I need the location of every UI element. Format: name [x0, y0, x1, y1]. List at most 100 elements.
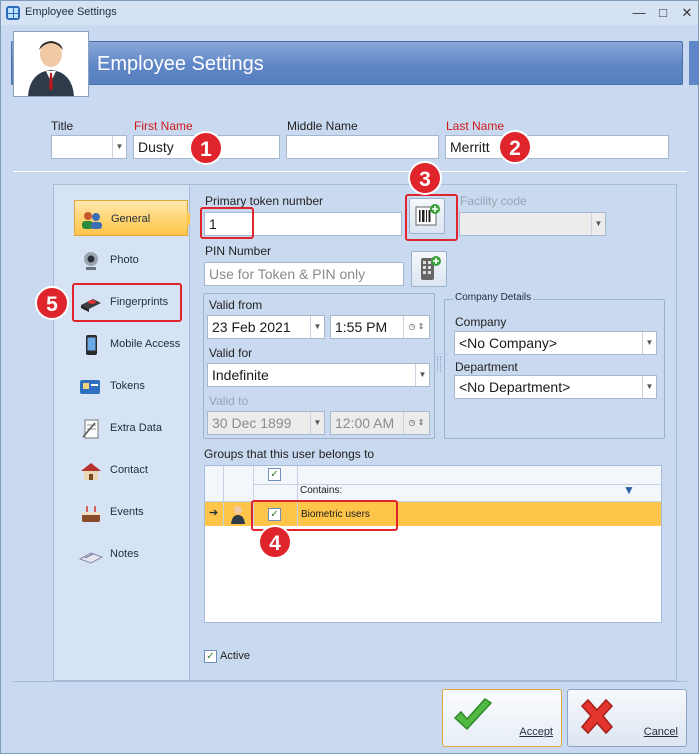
title-bar: Employee Settings — □ ✕: [1, 1, 698, 25]
close-window-button[interactable]: ✕: [677, 4, 697, 22]
middle-name-field[interactable]: [286, 135, 439, 159]
select-all-checkbox[interactable]: ✓: [268, 468, 281, 481]
valid-to-date: 30 Dec 1899: [212, 415, 292, 431]
pin-pad-button[interactable]: [411, 251, 447, 287]
clock-spinner-icon: ◷ ⇕: [403, 412, 429, 434]
chevron-down-icon: ▼: [310, 412, 324, 434]
facility-code-label: Facility code: [460, 194, 527, 208]
chevron-down-icon: ▼: [591, 213, 605, 235]
chevron-down-icon: ▼: [112, 136, 126, 158]
window-title: Employee Settings: [25, 6, 117, 18]
nav-label-tokens: Tokens: [110, 380, 145, 392]
valid-for-value: Indefinite: [212, 367, 269, 383]
nav-label-events: Events: [110, 506, 144, 518]
last-name-field[interactable]: Merritt: [445, 135, 669, 159]
primary-token-label: Primary token number: [205, 194, 324, 208]
row-indicator-icon: ➔: [209, 507, 219, 519]
header-banner: Employee Settings: [11, 41, 683, 85]
company-label: Company: [455, 315, 507, 329]
cancel-label: Cancel: [643, 726, 678, 738]
active-checkbox[interactable]: ✓: [204, 650, 217, 663]
checkmark-icon: [453, 698, 493, 731]
cross-icon: [580, 698, 614, 735]
callout-box-fingerprints: [72, 283, 182, 322]
chevron-down-icon: ▼: [642, 376, 656, 398]
valid-for-dropdown[interactable]: Indefinite ▼: [207, 363, 430, 387]
callout-box-scan: [405, 194, 458, 241]
employee-settings-window: Employee Settings — □ ✕ Employee Setting…: [0, 0, 699, 754]
clock-spinner-icon: ◷ ⇕: [403, 316, 429, 338]
people-icon: [82, 212, 102, 229]
minimize-button[interactable]: —: [629, 4, 649, 22]
banner-edge: [689, 41, 699, 85]
nav-item-mobile-access[interactable]: Mobile Access: [74, 326, 188, 362]
callout-box-token: [200, 207, 254, 239]
grid-line: [223, 466, 224, 526]
nav-item-events[interactable]: Events: [74, 494, 188, 530]
department-label: Department: [455, 360, 518, 374]
callout-badge-3: 3: [408, 161, 442, 195]
nav-item-extra-data[interactable]: Extra Data: [74, 410, 188, 446]
valid-from-label: Valid from: [209, 298, 263, 312]
businessman-icon: [28, 41, 74, 96]
nav-label-general: General: [111, 213, 151, 225]
phone-icon: [86, 335, 97, 355]
valid-to-time-picker: 12:00 AM ◷ ⇕: [330, 411, 430, 435]
card-icon: [80, 380, 100, 394]
notepad-icon: [82, 419, 99, 439]
accept-label: Accept: [519, 726, 553, 738]
keypad-add-icon: [421, 256, 441, 280]
company-dropdown[interactable]: <No Company> ▼: [454, 331, 657, 355]
notes-icon: [79, 552, 103, 564]
house-icon: [81, 463, 101, 480]
callout-badge-2: 2: [498, 130, 532, 164]
maximize-button[interactable]: □: [653, 4, 673, 22]
chevron-down-icon: ▼: [642, 332, 656, 354]
callout-badge-5: 5: [35, 286, 69, 320]
active-label: Active: [220, 650, 250, 662]
title-label: Title: [51, 119, 74, 133]
webcam-icon: [84, 252, 98, 270]
middle-name-label: Middle Name: [287, 119, 358, 133]
cake-icon: [82, 506, 100, 522]
company-value: <No Company>: [459, 335, 558, 351]
cancel-button[interactable]: Cancel: [567, 689, 687, 747]
divider: [13, 681, 687, 682]
nav-item-tokens[interactable]: Tokens: [74, 368, 188, 404]
valid-from-date-picker[interactable]: 23 Feb 2021 ▼: [207, 315, 325, 339]
callout-badge-4: 4: [258, 525, 292, 559]
nav-item-photo[interactable]: Photo: [74, 242, 188, 278]
nav-item-contact[interactable]: Contact: [74, 452, 188, 488]
valid-from-time: 1:55 PM: [335, 319, 388, 335]
valid-from-time-picker[interactable]: 1:55 PM ◷ ⇕: [330, 315, 430, 339]
nav-item-general[interactable]: General: [74, 200, 195, 236]
nav-label-contact: Contact: [110, 464, 148, 476]
department-value: <No Department>: [459, 379, 571, 395]
groups-label: Groups that this user belongs to: [204, 447, 375, 461]
settings-navigation: General Photo Fingerprints Mobile Access…: [53, 184, 195, 681]
pin-number-field[interactable]: Use for Token & PIN only: [204, 262, 404, 286]
divider: [13, 171, 687, 172]
pin-number-label: PIN Number: [205, 244, 272, 258]
accept-button[interactable]: Accept: [442, 689, 562, 747]
chevron-down-icon: ▼: [415, 364, 429, 386]
splitter-handle[interactable]: [437, 356, 441, 372]
chevron-down-icon: ▼: [310, 316, 324, 338]
nav-label-photo: Photo: [110, 254, 139, 266]
filter-icon[interactable]: ▼: [623, 483, 635, 497]
grid-line: [253, 484, 661, 485]
valid-for-label: Valid for: [209, 346, 253, 360]
nav-item-notes[interactable]: Notes: [74, 536, 188, 572]
department-dropdown[interactable]: <No Department> ▼: [454, 375, 657, 399]
company-details-legend: Company Details: [453, 292, 534, 303]
valid-to-date-picker: 30 Dec 1899 ▼: [207, 411, 325, 435]
first-name-label: First Name: [134, 119, 193, 133]
title-dropdown[interactable]: ▼: [51, 135, 127, 159]
valid-to-time: 12:00 AM: [335, 415, 395, 431]
nav-label-mobile-access: Mobile Access: [110, 338, 181, 350]
nav-label-notes: Notes: [110, 548, 139, 560]
last-name-label: Last Name: [446, 119, 505, 133]
valid-to-label: Valid to: [209, 394, 249, 408]
facility-code-dropdown: ▼: [459, 212, 606, 236]
contains-label: Contains:: [300, 485, 343, 496]
